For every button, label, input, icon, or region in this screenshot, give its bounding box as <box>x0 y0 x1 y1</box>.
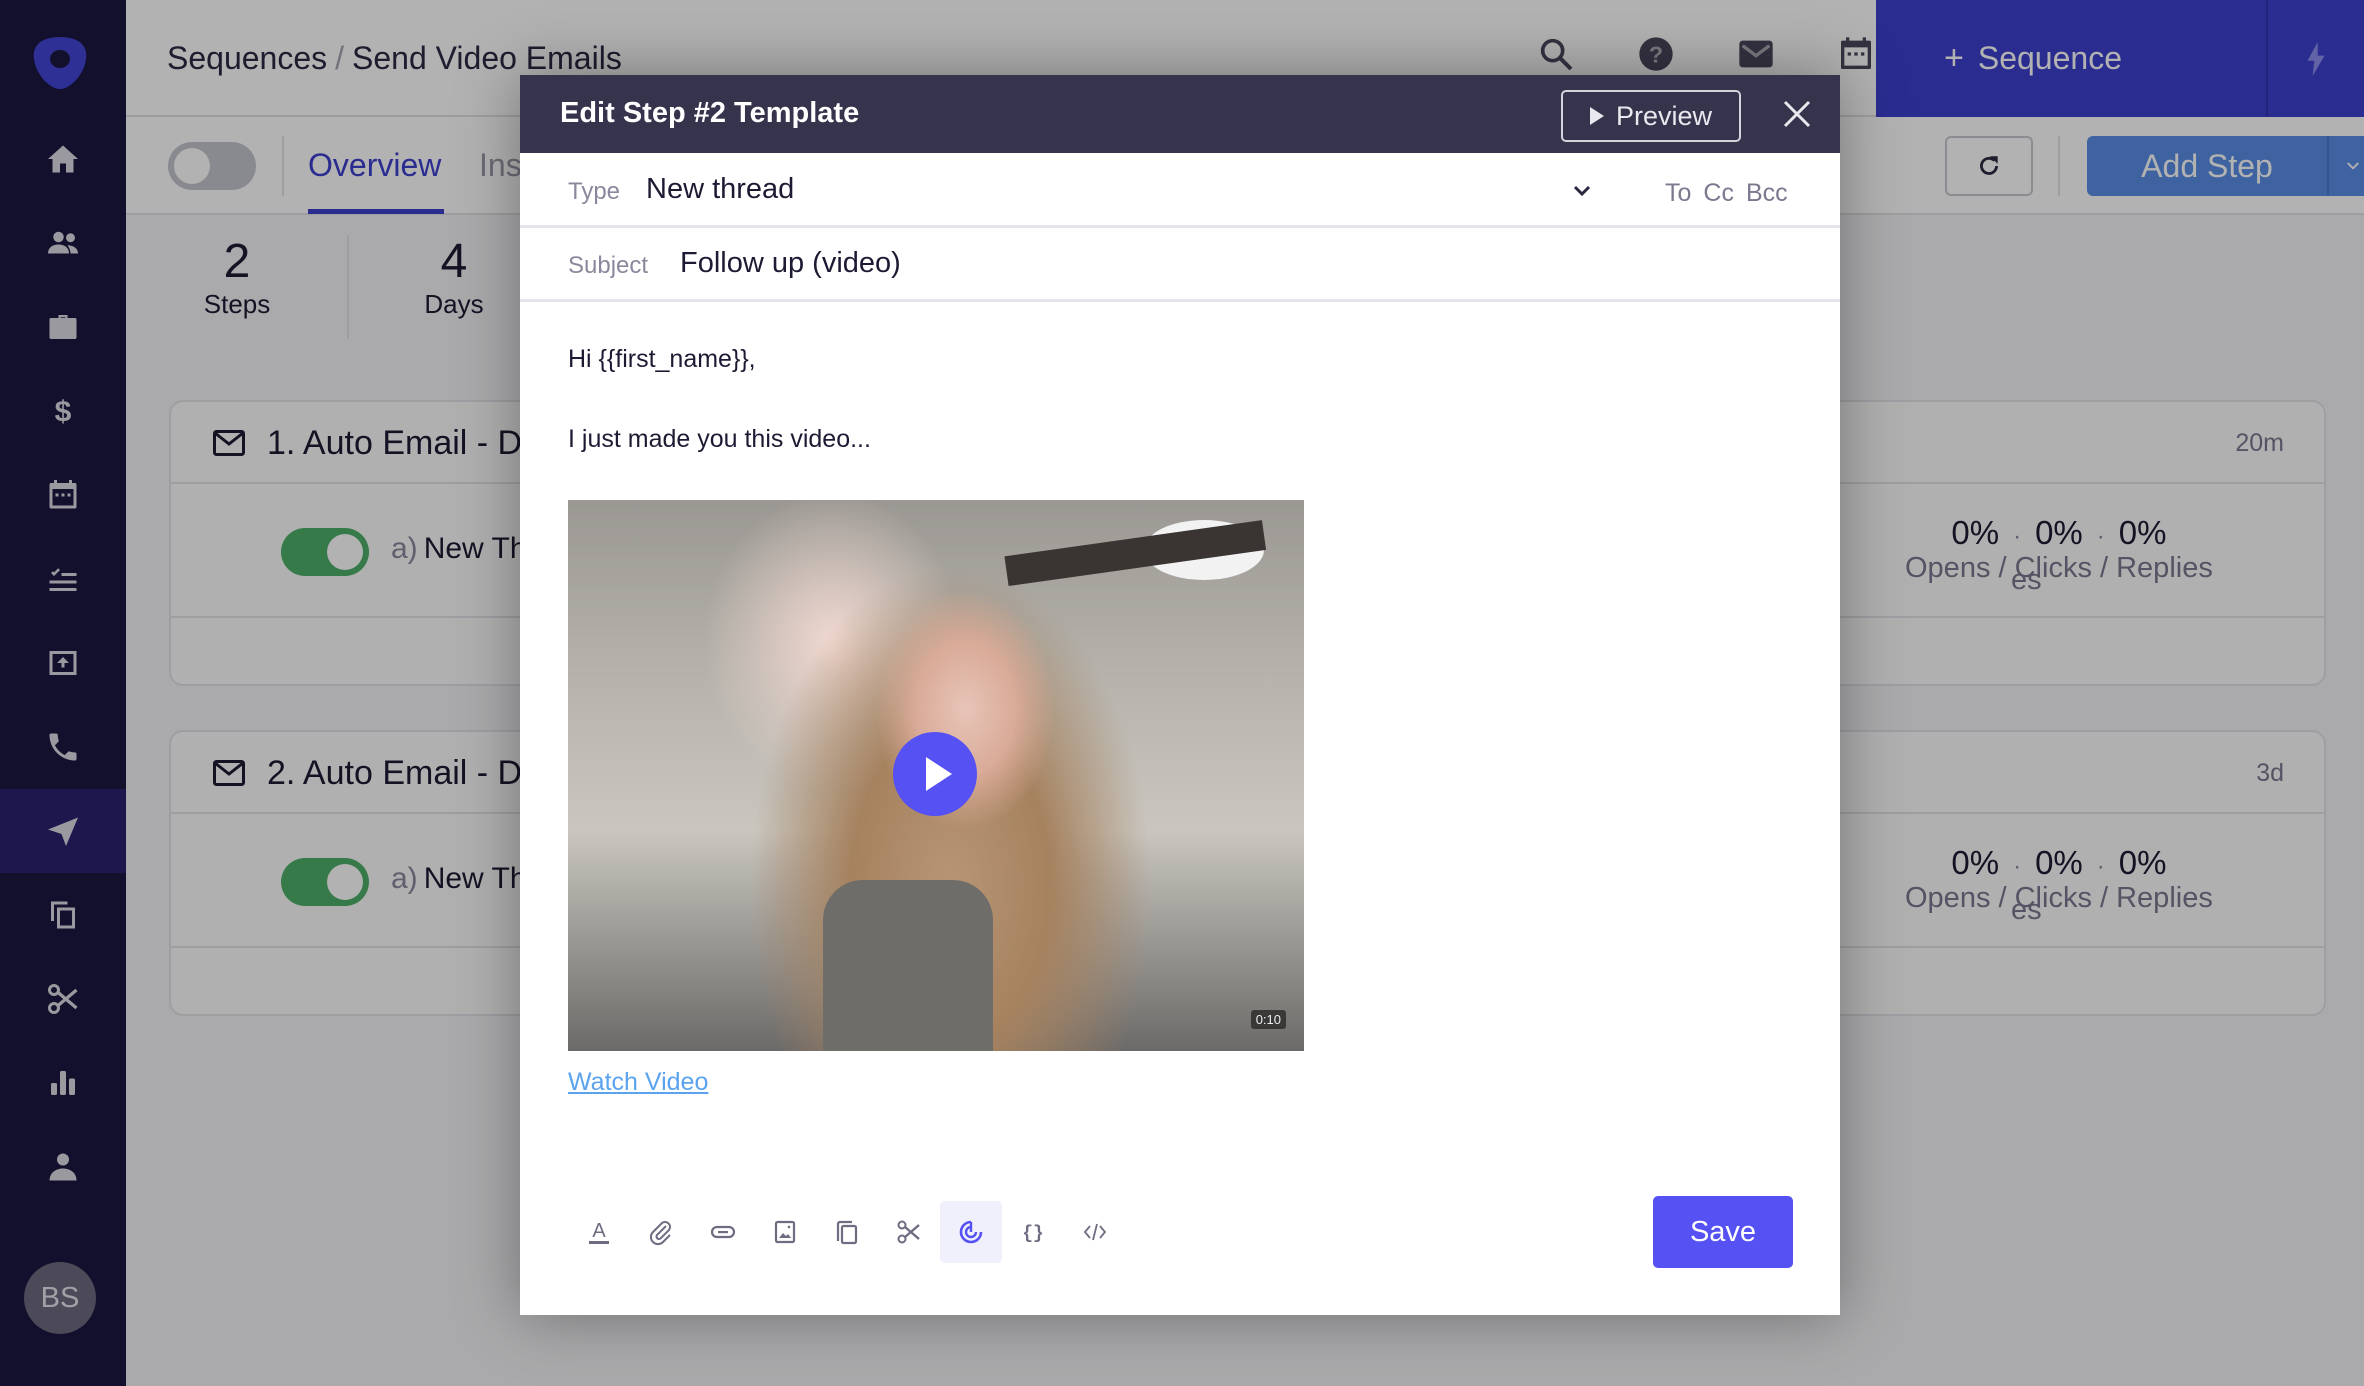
editor-toolbar: A {} <box>568 1201 1126 1263</box>
subject-row: Subject Follow up (video) <box>520 228 1840 302</box>
video-play-button[interactable] <box>893 732 977 816</box>
text-format-button[interactable]: A <box>568 1201 630 1263</box>
body-greeting: Hi {{first_name}}, <box>568 345 756 373</box>
watch-video-link[interactable]: Watch Video <box>568 1068 708 1097</box>
chevron-down-icon[interactable] <box>1570 179 1594 203</box>
modal-title: Edit Step #2 Template <box>560 97 860 129</box>
video-frame-detail <box>1004 520 1267 587</box>
code-icon <box>1083 1223 1107 1241</box>
edit-template-modal: Edit Step #2 Template Preview Type New t… <box>520 75 1840 1315</box>
play-icon <box>1589 107 1604 125</box>
recipient-toggles: To Cc Bcc <box>1665 179 1788 208</box>
svg-text:A: A <box>592 1220 606 1242</box>
type-label: Type <box>568 178 621 205</box>
type-select[interactable]: New thread <box>646 173 794 206</box>
text-color-icon: A <box>589 1220 609 1244</box>
to-toggle[interactable]: To <box>1665 179 1691 208</box>
attachment-icon <box>649 1221 671 1246</box>
scissors-icon <box>897 1220 920 1244</box>
image-icon <box>774 1220 796 1244</box>
record-video-button[interactable] <box>940 1201 1002 1263</box>
attach-button[interactable] <box>630 1201 692 1263</box>
preview-button[interactable]: Preview <box>1561 90 1741 142</box>
snippets-button[interactable] <box>878 1201 940 1263</box>
play-icon <box>926 757 952 791</box>
close-icon <box>1783 100 1811 128</box>
video-record-icon <box>959 1220 983 1244</box>
cc-toggle[interactable]: Cc <box>1703 179 1734 208</box>
templates-button[interactable] <box>816 1201 878 1263</box>
link-icon <box>710 1225 736 1239</box>
preview-label: Preview <box>1615 100 1713 131</box>
close-button[interactable] <box>1775 92 1819 136</box>
html-source-button[interactable] <box>1064 1201 1126 1263</box>
type-row: Type New thread To Cc Bcc <box>520 153 1840 228</box>
video-frame-detail <box>823 880 993 1051</box>
video-duration: 0:10 <box>1250 1010 1286 1029</box>
link-button[interactable] <box>692 1201 754 1263</box>
body-line: I just made you this video... <box>568 425 871 453</box>
copy-icon <box>836 1220 858 1245</box>
subject-label: Subject <box>568 252 649 279</box>
save-button[interactable]: Save <box>1653 1196 1793 1268</box>
variables-button[interactable]: {} <box>1002 1201 1064 1263</box>
variables-icon: {} <box>1022 1224 1044 1244</box>
subject-input[interactable]: Follow up (video) <box>680 247 901 280</box>
image-button[interactable] <box>754 1201 816 1263</box>
video-thumbnail[interactable]: 0:10 <box>568 500 1304 1051</box>
bcc-toggle[interactable]: Bcc <box>1746 179 1788 208</box>
modal-header: Edit Step #2 Template Preview <box>520 75 1840 153</box>
svg-text:{}: {} <box>1022 1224 1044 1244</box>
